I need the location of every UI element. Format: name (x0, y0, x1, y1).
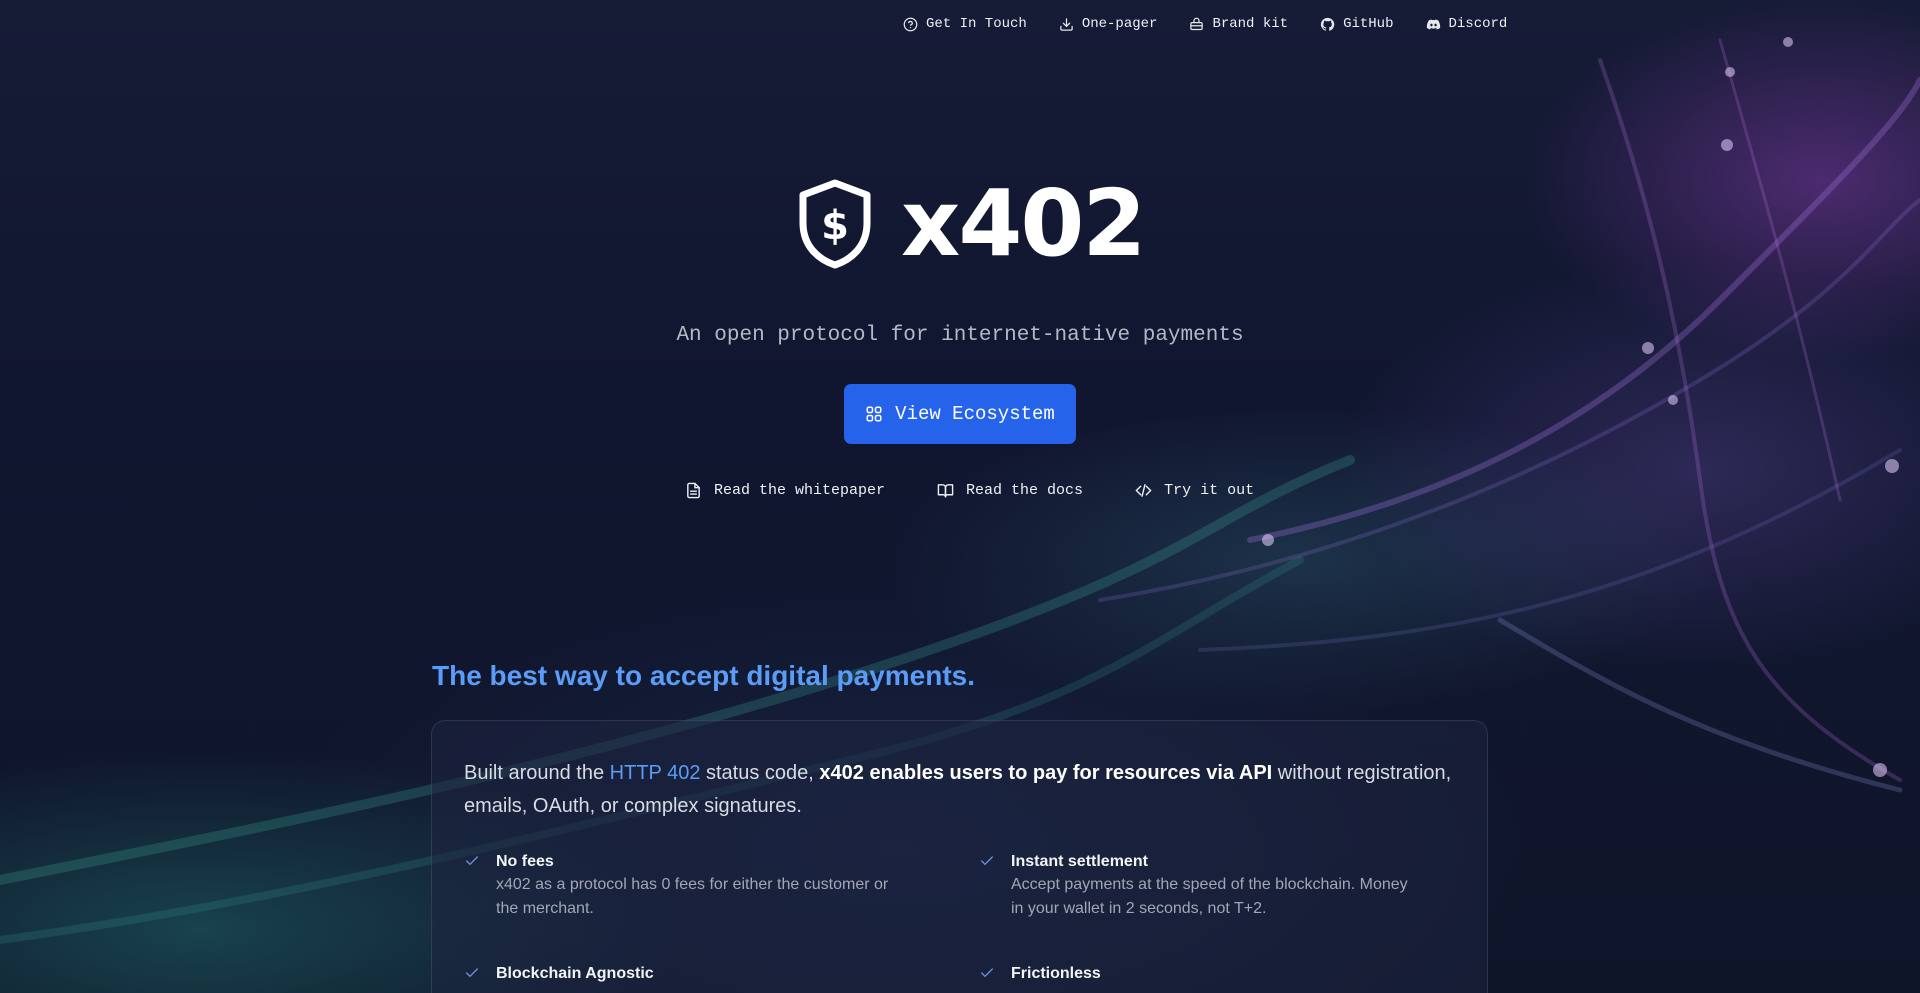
toolbox-icon (1190, 17, 1204, 30)
top-nav: Get In Touch One-pager Brand kit GitHub … (903, 16, 1507, 32)
feature-grid: No fees x402 as a protocol has 0 fees fo… (464, 851, 1455, 985)
features-card: Built around the HTTP 402 status code, x… (431, 720, 1488, 993)
check-icon (466, 856, 478, 866)
feature-description: x402 as a protocol has 0 fees for either… (496, 876, 889, 917)
view-ecosystem-button[interactable]: View Ecosystem (844, 384, 1076, 444)
http-402-link[interactable]: HTTP 402 (610, 762, 701, 784)
feature-title: No fees (496, 853, 554, 870)
grid-icon (866, 406, 882, 422)
intro-text: Built around the (464, 762, 610, 784)
feature-item: No fees x402 as a protocol has 0 fees fo… (464, 851, 979, 921)
feature-title: Blockchain Agnostic (496, 965, 654, 982)
nav-label: Get In Touch (926, 16, 1027, 32)
code-icon (1135, 484, 1152, 497)
check-icon (981, 968, 993, 978)
link-label: Read the whitepaper (714, 482, 886, 499)
check-icon (981, 856, 993, 866)
feature-item: Frictionless (979, 963, 1459, 985)
link-label: Try it out (1164, 482, 1255, 499)
feature-description: Accept payments at the speed of the bloc… (1011, 876, 1408, 917)
nav-label: One-pager (1081, 16, 1158, 32)
check-icon (466, 968, 478, 978)
feature-item: Instant settlement Accept payments at th… (979, 851, 1459, 921)
feature-item: Blockchain Agnostic (464, 963, 979, 985)
github-icon (1320, 17, 1335, 31)
nav-label: Brand kit (1212, 16, 1289, 32)
feature-title: Instant settlement (1011, 853, 1148, 870)
nav-one-pager[interactable]: One-pager (1059, 16, 1158, 32)
nav-label: Discord (1448, 16, 1508, 32)
intro-text: status code, (700, 762, 820, 784)
brand-logo: $ x402 (797, 170, 1146, 277)
intro-paragraph: Built around the HTTP 402 status code, x… (464, 757, 1455, 823)
try-it-out-link[interactable]: Try it out (1135, 482, 1254, 499)
feature-title: Frictionless (1011, 965, 1101, 982)
book-open-icon (937, 484, 954, 498)
intro-highlight: x402 enables users to pay for resources … (819, 762, 1273, 784)
svg-text:$: $ (821, 203, 849, 249)
brand-name: x402 (901, 170, 1146, 277)
docs-link[interactable]: Read the docs (937, 482, 1083, 499)
hero-tagline: An open protocol for internet-native pay… (676, 324, 1244, 347)
nav-get-in-touch[interactable]: Get In Touch (903, 16, 1027, 32)
discord-icon (1426, 19, 1440, 29)
help-circle-icon (903, 17, 918, 31)
nav-discord[interactable]: Discord (1426, 16, 1508, 32)
section-title: The best way to accept digital payments. (432, 660, 976, 691)
shield-dollar-icon: $ (799, 179, 871, 269)
hero-links: Read the whitepaper Read the docs Try it… (685, 482, 1254, 499)
link-label: Read the docs (966, 482, 1084, 499)
file-text-icon (687, 482, 700, 499)
nav-github[interactable]: GitHub (1320, 16, 1394, 32)
nav-brand-kit[interactable]: Brand kit (1189, 16, 1288, 32)
nav-label: GitHub (1343, 16, 1394, 32)
cta-label: View Ecosystem (895, 403, 1055, 425)
whitepaper-link[interactable]: Read the whitepaper (685, 482, 885, 499)
download-icon (1060, 17, 1073, 31)
landing-page: Get In Touch One-pager Brand kit GitHub … (0, 0, 1920, 993)
